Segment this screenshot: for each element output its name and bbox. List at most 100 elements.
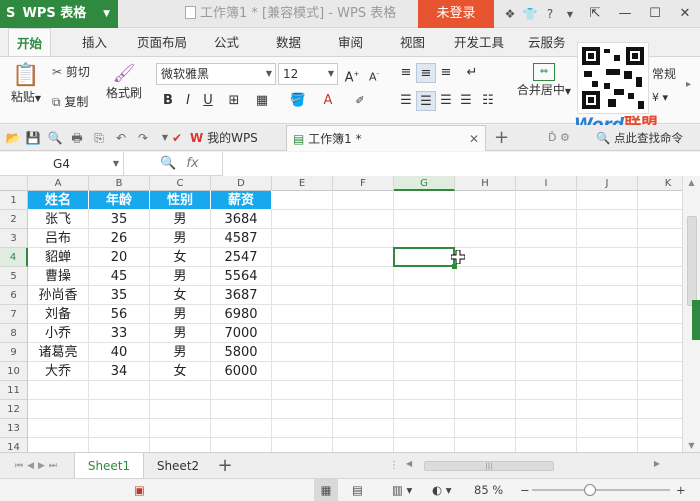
cell[interactable] <box>272 438 333 452</box>
sheet-tab-1[interactable]: Sheet1 <box>74 453 144 479</box>
column-header[interactable]: C <box>150 176 211 191</box>
tab-cloud[interactable]: 云服务 <box>528 28 566 56</box>
copy-button[interactable]: ⧉ 复制 <box>52 93 88 110</box>
cell[interactable]: 4587 <box>211 229 272 248</box>
row-header[interactable]: 4 <box>0 248 28 267</box>
wrap-text-icon[interactable]: ↵ <box>462 63 482 83</box>
table-header-cell[interactable]: 年龄 <box>89 191 150 210</box>
cell[interactable]: 男 <box>150 324 211 343</box>
sheet-more-icon[interactable]: ⋮ <box>386 453 402 479</box>
clear-format-icon[interactable]: ✐ <box>350 91 370 111</box>
row-header[interactable]: 5 <box>0 267 28 286</box>
cell[interactable] <box>272 400 333 419</box>
cell[interactable] <box>28 438 89 452</box>
d-icon[interactable]: Ď <box>548 131 556 144</box>
print-icon[interactable]: 🖶 <box>68 129 86 147</box>
cell[interactable] <box>28 381 89 400</box>
horizontal-scroll-thumb[interactable]: ||| <box>424 461 554 471</box>
row-header[interactable]: 9 <box>0 343 28 362</box>
cell[interactable]: 3687 <box>211 286 272 305</box>
cell[interactable] <box>638 210 682 229</box>
redo-icon[interactable]: ↷ <box>134 129 152 147</box>
undo-icon[interactable]: ↶ <box>112 129 130 147</box>
sync-icon[interactable]: ✔ <box>168 129 186 147</box>
cell[interactable] <box>333 343 394 362</box>
restore-ribbon-icon[interactable]: ⇱ <box>580 0 610 28</box>
tab-data[interactable]: 数据 <box>276 28 301 56</box>
align-middle-icon[interactable]: ≡ <box>416 63 436 83</box>
cell[interactable] <box>455 324 516 343</box>
column-header[interactable]: B <box>89 176 150 191</box>
cell[interactable] <box>638 229 682 248</box>
cell[interactable] <box>394 210 455 229</box>
row-header[interactable]: 6 <box>0 286 28 305</box>
cell[interactable] <box>150 419 211 438</box>
table-header-cell[interactable]: 姓名 <box>28 191 89 210</box>
cell[interactable] <box>577 305 638 324</box>
cell[interactable] <box>272 343 333 362</box>
cell[interactable] <box>333 324 394 343</box>
print-preview-icon[interactable]: 🔍 <box>46 129 64 147</box>
scroll-left-icon[interactable]: ◀ <box>406 459 412 468</box>
cell[interactable] <box>211 438 272 452</box>
cell[interactable] <box>89 400 150 419</box>
cell[interactable] <box>455 419 516 438</box>
cell[interactable]: 6000 <box>211 362 272 381</box>
cell[interactable]: 2547 <box>211 248 272 267</box>
cell[interactable] <box>516 343 577 362</box>
cell[interactable]: 45 <box>89 267 150 286</box>
cell[interactable] <box>577 191 638 210</box>
row-header[interactable]: 10 <box>0 362 28 381</box>
row-header[interactable]: 3 <box>0 229 28 248</box>
column-header[interactable]: K <box>638 176 682 191</box>
shirt-icon[interactable]: 👕 <box>520 7 540 21</box>
cell[interactable] <box>455 191 516 210</box>
increase-font-icon[interactable]: A+ <box>342 64 362 85</box>
cell[interactable] <box>89 419 150 438</box>
horizontal-scrollbar[interactable]: ◀ ||| ▶ <box>404 459 662 473</box>
cell[interactable] <box>272 305 333 324</box>
cell[interactable]: 女 <box>150 286 211 305</box>
normal-view-icon[interactable]: ▦ <box>314 479 338 501</box>
app-menu-button[interactable]: S WPS 表格 ▼ <box>0 0 118 28</box>
cell[interactable] <box>333 419 394 438</box>
merge-center-button[interactable]: ⇔ 合并居中▼ <box>512 63 576 98</box>
italic-icon[interactable]: I <box>178 91 198 111</box>
cell[interactable] <box>394 305 455 324</box>
cell[interactable] <box>28 400 89 419</box>
select-all-corner[interactable] <box>0 176 28 191</box>
cell[interactable]: 7000 <box>211 324 272 343</box>
cell[interactable] <box>516 362 577 381</box>
cell[interactable] <box>638 438 682 452</box>
zoom-in-icon[interactable]: + <box>676 479 686 501</box>
column-header[interactable]: I <box>516 176 577 191</box>
cell[interactable] <box>333 267 394 286</box>
cell[interactable] <box>333 362 394 381</box>
cell[interactable]: 男 <box>150 229 211 248</box>
font-color-icon[interactable]: A <box>318 91 338 111</box>
paste-button[interactable]: 📋 粘贴▼ <box>8 63 44 105</box>
page-break-view-icon[interactable]: ▥ ▾ <box>392 479 412 501</box>
cell[interactable]: 35 <box>89 210 150 229</box>
row-header[interactable]: 14 <box>0 438 28 452</box>
align-right-icon[interactable]: ☰ <box>436 91 456 111</box>
scroll-right-icon[interactable]: ▶ <box>654 459 660 468</box>
selected-cell-outline[interactable] <box>393 247 457 269</box>
cell[interactable] <box>455 286 516 305</box>
cell[interactable]: 孙尚香 <box>28 286 89 305</box>
cell[interactable] <box>577 438 638 452</box>
cell[interactable] <box>638 343 682 362</box>
command-search[interactable]: 🔍 点此查找命令 <box>596 125 683 151</box>
cell[interactable]: 33 <box>89 324 150 343</box>
font-name-select[interactable]: 微软雅黑 ▼ <box>156 63 276 85</box>
cell[interactable] <box>394 438 455 452</box>
decrease-font-icon[interactable]: A- <box>364 64 384 84</box>
tab-home[interactable]: 开始 <box>8 28 52 57</box>
cell[interactable] <box>577 210 638 229</box>
underline-icon[interactable]: U <box>198 91 218 111</box>
tab-my-wps[interactable]: W 我的WPS <box>190 125 258 151</box>
minimize-icon[interactable]: — <box>610 0 640 28</box>
cell[interactable]: 40 <box>89 343 150 362</box>
folder-icon[interactable]: 📂 <box>4 129 22 147</box>
cell[interactable] <box>577 229 638 248</box>
